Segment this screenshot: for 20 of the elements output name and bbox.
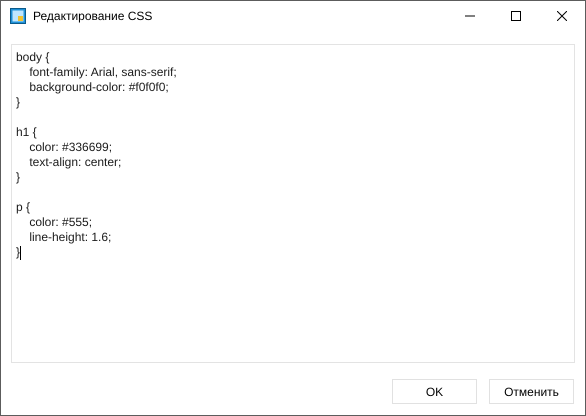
- code-line: text-align: center;: [28, 155, 122, 170]
- code-line: }: [16, 245, 20, 260]
- css-editor-field[interactable]: body { font-family: Arial, sans-serif; background-color: #f0f0f0; } h1 { color: #336699; text-align: center; } p { color: #555; line-height: 1.6; }: [11, 44, 575, 363]
- code-line: h1 {: [16, 125, 37, 140]
- close-icon: [557, 11, 567, 21]
- cancel-button[interactable]: Отменить: [489, 379, 574, 404]
- window-title: Редактирование CSS: [33, 8, 152, 25]
- app-icon: [10, 8, 26, 24]
- code-line: line-height: 1.6;: [28, 230, 112, 245]
- code-line: }: [16, 95, 20, 110]
- code-line: body {: [16, 50, 50, 65]
- code-line: p {: [16, 200, 30, 215]
- code-line: font-family: Arial, sans-serif;: [28, 65, 177, 80]
- code-line: color: #336699;: [28, 140, 112, 155]
- code-line: }: [16, 170, 20, 185]
- code-line: background-color: #f0f0f0;: [28, 80, 169, 95]
- ok-button[interactable]: OK: [392, 379, 477, 404]
- maximize-icon: [511, 11, 521, 21]
- text-cursor: [20, 246, 22, 260]
- code-line: color: #555;: [28, 215, 92, 230]
